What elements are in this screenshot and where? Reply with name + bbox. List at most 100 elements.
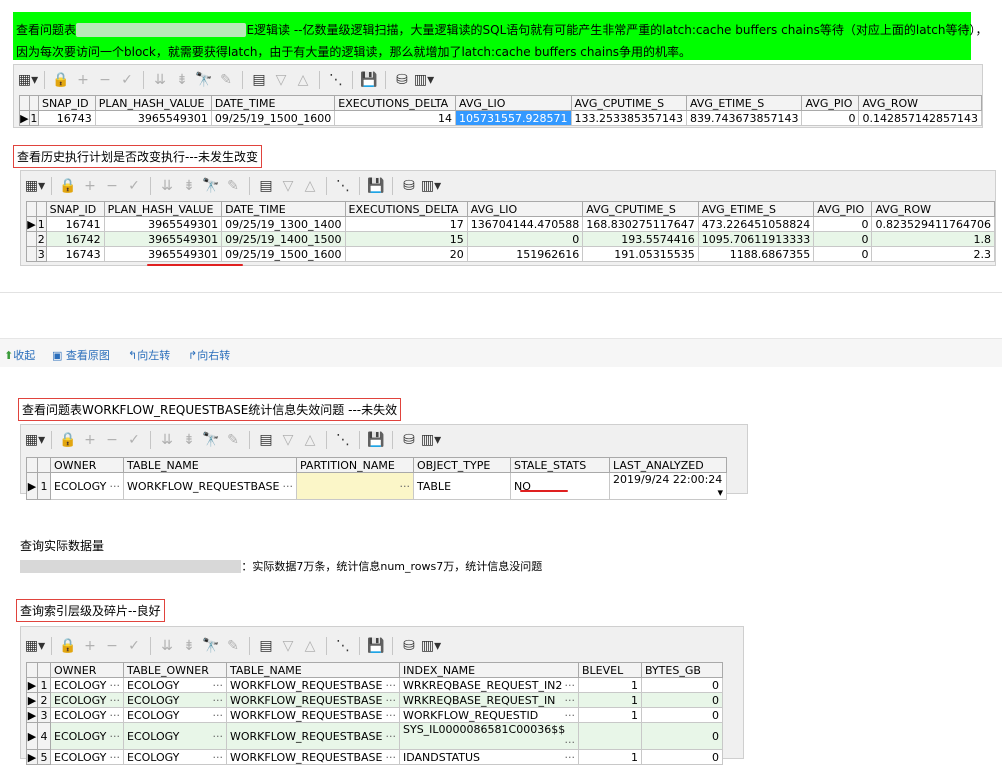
- cell[interactable]: 191.05315535: [582, 246, 699, 262]
- cell[interactable]: 0: [466, 231, 584, 247]
- cell[interactable]: 0: [641, 677, 723, 693]
- col-header[interactable]: BLEVEL: [578, 662, 642, 678]
- cell[interactable]: 0: [641, 707, 723, 723]
- col-header[interactable]: AVG_CPUTIME_S: [582, 201, 699, 217]
- collapse-link[interactable]: ⬆收起: [4, 347, 35, 363]
- tree-icon[interactable]: ⋱: [333, 430, 353, 450]
- check-icon[interactable]: ✓: [117, 70, 137, 90]
- chart-icon[interactable]: ▥▾: [421, 430, 441, 450]
- binoculars-icon[interactable]: 🔭: [201, 430, 221, 450]
- col-header[interactable]: DATE_TIME: [210, 95, 336, 111]
- table-row[interactable]: ▶ 4 ECOLOGY ··· ECOLOGY ··· WORKFLOW_REQUE…: [26, 722, 723, 750]
- filter-clear-icon[interactable]: ⇟: [179, 430, 199, 450]
- cell[interactable]: 0.823529411764706: [871, 216, 995, 232]
- table-row[interactable]: ▶ 1 16741 3965549301 09/25/19_1300_1400 …: [26, 216, 995, 232]
- col-header[interactable]: EXECUTIONS_DELTA: [344, 201, 468, 217]
- cell[interactable]: WORKFLOW_REQUESTBASE ···: [226, 749, 400, 765]
- cell[interactable]: 0: [813, 231, 873, 247]
- cell[interactable]: ECOLOGY ···: [50, 677, 124, 693]
- lock-icon[interactable]: 🔒: [51, 70, 71, 90]
- cell[interactable]: 16742: [45, 231, 105, 247]
- cell[interactable]: ECOLOGY ···: [50, 707, 124, 723]
- filter-down-icon[interactable]: ⇊: [150, 70, 170, 90]
- cell[interactable]: 16743: [38, 110, 96, 126]
- col-header[interactable]: AVG_ROW: [858, 95, 982, 111]
- table-row[interactable]: ▶ 1 16743 3965549301 09/25/19_1500_1600 …: [19, 110, 982, 126]
- minus-icon[interactable]: −: [95, 70, 115, 90]
- cell[interactable]: [578, 722, 642, 750]
- col-header[interactable]: AVG_PIO: [813, 201, 873, 217]
- cell[interactable]: ECOLOGY ···: [123, 749, 227, 765]
- check-icon[interactable]: ✓: [124, 176, 144, 196]
- cell[interactable]: WORKFLOW_REQUESTBASE ···: [226, 677, 400, 693]
- cell[interactable]: 0: [813, 216, 873, 232]
- plus-icon[interactable]: +: [80, 176, 100, 196]
- col-header[interactable]: OBJECT_TYPE: [413, 457, 511, 473]
- plus-icon[interactable]: +: [80, 430, 100, 450]
- cell[interactable]: WORKFLOW_REQUESTID ···: [399, 707, 579, 723]
- chevron-down-icon[interactable]: ▾: [717, 486, 723, 499]
- database-icon[interactable]: ⛁: [399, 176, 419, 196]
- cell[interactable]: 473.226451058824: [697, 216, 815, 232]
- rotate-right-link[interactable]: ↱向右转: [188, 347, 230, 363]
- col-header[interactable]: EXECUTIONS_DELTA: [334, 95, 457, 111]
- chart-icon[interactable]: ▥▾: [414, 70, 434, 90]
- col-header[interactable]: INDEX_NAME: [399, 662, 579, 678]
- cell[interactable]: ECOLOGY ···: [50, 692, 124, 708]
- tree-icon[interactable]: ⋱: [333, 636, 353, 656]
- cell[interactable]: 0: [801, 110, 860, 126]
- grid-menu-icon[interactable]: ▦▾: [25, 176, 45, 196]
- cell[interactable]: WRKREQBASE_REQUEST_IN2 ···: [399, 677, 579, 693]
- cell[interactable]: ECOLOGY ···: [123, 677, 227, 693]
- save-icon[interactable]: 💾: [366, 636, 386, 656]
- filter-clear-icon[interactable]: ⇟: [179, 176, 199, 196]
- eraser-icon[interactable]: ✎: [223, 636, 243, 656]
- triangle-up-icon[interactable]: △: [300, 176, 320, 196]
- chart-icon[interactable]: ▥▾: [421, 176, 441, 196]
- cell[interactable]: IDANDSTATUS ···: [399, 749, 579, 765]
- cell[interactable]: 1: [578, 749, 642, 765]
- lock-icon[interactable]: 🔒: [58, 636, 78, 656]
- rotate-left-link[interactable]: ↰向左转: [128, 347, 170, 363]
- table-row[interactable]: 3 16743 3965549301 09/25/19_1500_1600 20…: [26, 246, 995, 262]
- database-icon[interactable]: ⛁: [399, 430, 419, 450]
- cell[interactable]: 136704144.470588: [466, 216, 584, 232]
- cell[interactable]: WORKFLOW_REQUESTBASE ···: [226, 722, 400, 750]
- cell[interactable]: WORKFLOW_REQUESTBASE ···: [226, 707, 400, 723]
- table-row[interactable]: ▶ 2 ECOLOGY ··· ECOLOGY ··· WORKFLOW_REQUE…: [26, 692, 723, 708]
- cell[interactable]: 193.5574416: [582, 231, 699, 247]
- grid-export-icon[interactable]: ▤: [256, 430, 276, 450]
- cell[interactable]: 0: [641, 692, 723, 708]
- cell[interactable]: ECOLOGY ···: [123, 722, 227, 750]
- triangle-up-icon[interactable]: △: [300, 636, 320, 656]
- filter-down-icon[interactable]: ⇊: [157, 176, 177, 196]
- grid-export-icon[interactable]: ▤: [256, 176, 276, 196]
- database-icon[interactable]: ⛁: [399, 636, 419, 656]
- cell[interactable]: WORKFLOW_REQUESTBASE ···: [123, 472, 297, 500]
- save-icon[interactable]: 💾: [366, 430, 386, 450]
- cell[interactable]: 0.142857142857143: [858, 110, 982, 126]
- col-header[interactable]: TABLE_OWNER: [123, 662, 227, 678]
- cell[interactable]: 09/25/19_1400_1500: [221, 231, 346, 247]
- col-header[interactable]: PLAN_HASH_VALUE: [103, 201, 223, 217]
- cell[interactable]: 1.8: [871, 231, 995, 247]
- cell[interactable]: 133.253385357143: [570, 110, 687, 126]
- lock-icon[interactable]: 🔒: [58, 430, 78, 450]
- triangle-up-icon[interactable]: △: [300, 430, 320, 450]
- minus-icon[interactable]: −: [102, 636, 122, 656]
- col-header[interactable]: AVG_PIO: [801, 95, 860, 111]
- col-header[interactable]: LAST_ANALYZED: [609, 457, 727, 473]
- col-header[interactable]: TABLE_NAME: [226, 662, 400, 678]
- eraser-icon[interactable]: ✎: [223, 430, 243, 450]
- cell[interactable]: 3965549301: [103, 246, 223, 262]
- save-icon[interactable]: 💾: [359, 70, 379, 90]
- cell[interactable]: ECOLOGY ···: [50, 472, 124, 500]
- cell[interactable]: 3965549301: [103, 216, 223, 232]
- triangle-down-icon[interactable]: ▽: [278, 176, 298, 196]
- database-icon[interactable]: ⛁: [392, 70, 412, 90]
- triangle-down-icon[interactable]: ▽: [278, 430, 298, 450]
- cell[interactable]: 2.3: [871, 246, 995, 262]
- cell[interactable]: 14: [334, 110, 457, 126]
- cell[interactable]: 3965549301: [94, 110, 212, 126]
- cell[interactable]: 0: [641, 749, 723, 765]
